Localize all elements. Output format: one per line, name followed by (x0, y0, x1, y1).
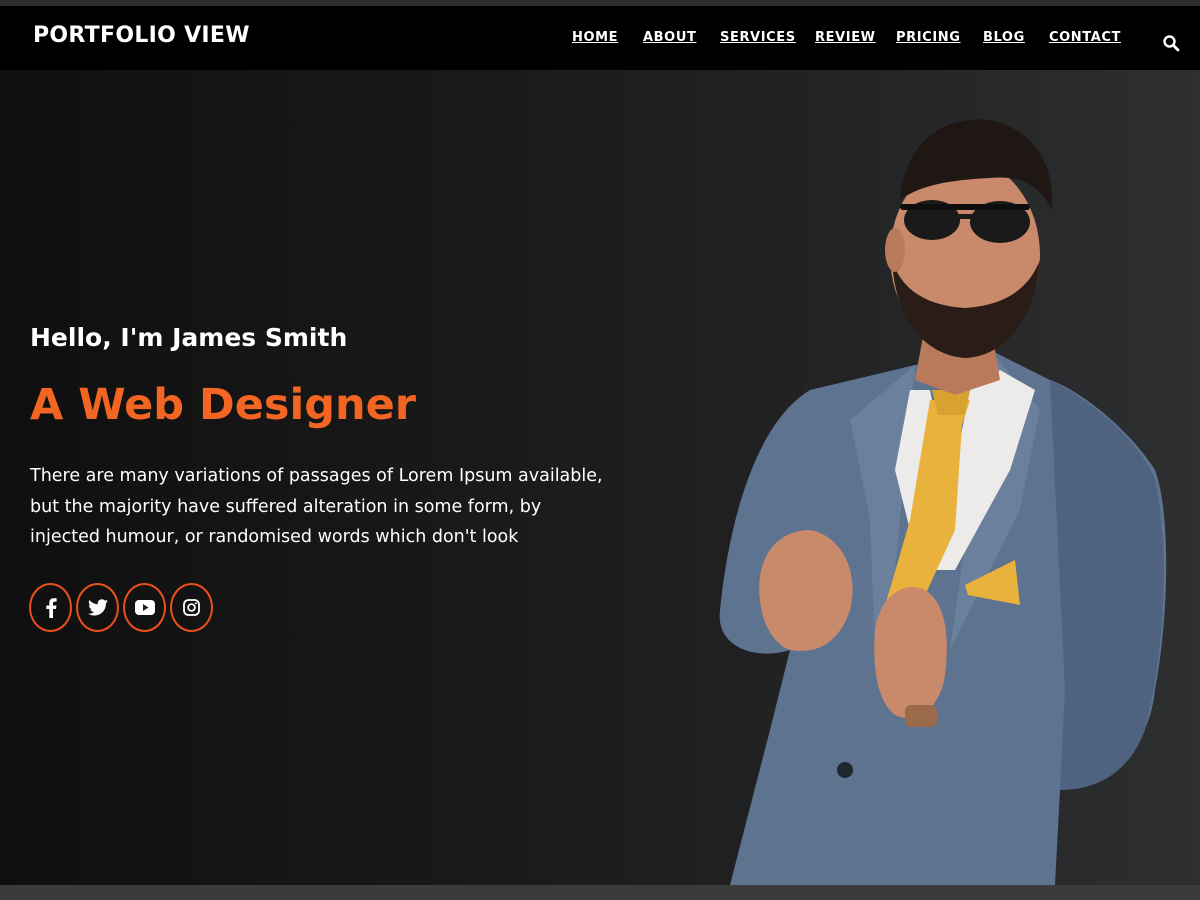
bottom-strip (0, 885, 1200, 900)
navbar: PORTFOLIO VIEW HOME ABOUT SERVICES REVIE… (0, 6, 1200, 70)
youtube-button[interactable] (123, 583, 166, 632)
nav-link-review[interactable]: REVIEW (815, 30, 876, 45)
hero-role-title: A Web Designer (30, 380, 417, 430)
search-icon[interactable] (1162, 34, 1180, 52)
nav-link-blog[interactable]: BLOG (983, 30, 1025, 45)
twitter-button[interactable] (76, 583, 119, 632)
hero-section: Hello, I'm James Smith A Web Designer Th… (0, 70, 1200, 885)
instagram-icon (183, 599, 200, 616)
nav-link-services[interactable]: SERVICES (720, 30, 796, 45)
nav-link-contact[interactable]: CONTACT (1049, 30, 1121, 45)
hero-greeting: Hello, I'm James Smith (30, 323, 348, 352)
hero-description: There are many variations of passages of… (30, 466, 603, 547)
nav-link-about[interactable]: ABOUT (643, 30, 696, 45)
twitter-icon (87, 599, 108, 616)
main-nav: HOME ABOUT SERVICES REVIEW PRICING BLOG … (0, 30, 1200, 50)
facebook-icon (45, 597, 57, 618)
instagram-button[interactable] (170, 583, 213, 632)
facebook-button[interactable] (29, 583, 72, 632)
portrait-image (719, 119, 1167, 885)
nav-link-home[interactable]: HOME (572, 30, 618, 45)
social-links (29, 583, 229, 632)
youtube-icon (134, 600, 155, 615)
nav-link-pricing[interactable]: PRICING (896, 30, 961, 45)
